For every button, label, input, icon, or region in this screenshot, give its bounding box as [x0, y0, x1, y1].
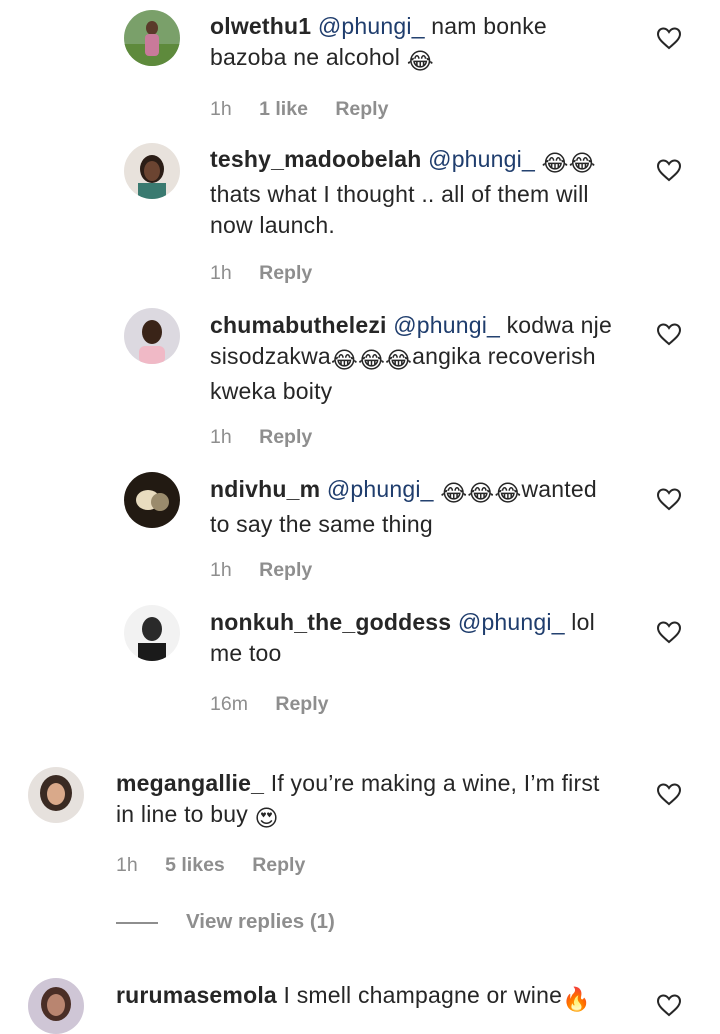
heart-outline-icon[interactable] — [656, 322, 682, 346]
mention-link[interactable]: @phungi_ — [428, 146, 535, 172]
comment-text-part: wanted — [521, 476, 597, 502]
reply-button[interactable]: Reply — [259, 559, 312, 581]
view-replies-label: View replies (1) — [186, 910, 335, 933]
timestamp: 1h — [210, 559, 232, 581]
likes-count[interactable]: 5 likes — [165, 854, 225, 876]
heart-outline-icon[interactable] — [656, 26, 682, 50]
mention-link[interactable]: @phungi_ — [458, 609, 565, 635]
comment-text-part: lol — [571, 609, 595, 635]
reply-button[interactable]: Reply — [259, 262, 312, 284]
heart-outline-icon[interactable] — [656, 487, 682, 511]
reply-button[interactable]: Reply — [275, 693, 328, 715]
comment-text-part: angika recoverish — [412, 343, 596, 369]
comment-meta: 1h Reply — [210, 262, 334, 285]
timestamp: 1h — [210, 262, 232, 284]
comment-text-part: kweka boity — [210, 378, 333, 404]
avatar[interactable] — [124, 10, 180, 66]
username[interactable]: olwethu1 — [210, 13, 311, 39]
emoji: 😂😂😂 — [330, 347, 413, 373]
comment-text: olwethu1 @phungi_ nam bonke bazoba ne al… — [210, 11, 630, 77]
username[interactable]: megangallie_ — [116, 770, 264, 796]
reply-button[interactable]: Reply — [259, 426, 312, 448]
reply-button[interactable]: Reply — [252, 854, 305, 876]
emoji: 😍 — [254, 805, 279, 831]
avatar[interactable] — [124, 308, 180, 364]
timestamp: 1h — [210, 98, 232, 120]
comment-text: ndivhu_m @phungi_ 😂😂😂wanted to say the s… — [210, 474, 640, 540]
comment-text-part: thats what I thought .. all of them will — [210, 181, 589, 207]
comment-text-part: I smell champagne or wine — [283, 982, 563, 1008]
comment-text: teshy_madoobelah @phungi_ 😂😂 thats what … — [210, 144, 640, 241]
mention-link[interactable]: @phungi_ — [327, 476, 434, 502]
comment-text: rurumasemola I smell champagne or wine🔥 — [116, 980, 636, 1015]
comment-text-part: in line to buy — [116, 801, 248, 827]
comment-text: megangallie_ If you’re making a wine, I’… — [116, 768, 636, 834]
avatar[interactable] — [124, 472, 180, 528]
comment-text: nonkuh_the_goddess @phungi_ lol me too — [210, 607, 640, 669]
mention-link[interactable]: @phungi_ — [318, 13, 425, 39]
comment-text-part: nam bonke — [431, 13, 547, 39]
username[interactable]: teshy_madoobelah — [210, 146, 422, 172]
emoji: 🔥 — [562, 986, 591, 1012]
username[interactable]: chumabuthelezi — [210, 312, 387, 338]
username[interactable]: nonkuh_the_goddess — [210, 609, 451, 635]
comment-text-part: to say the same thing — [210, 511, 433, 537]
username[interactable]: ndivhu_m — [210, 476, 320, 502]
heart-outline-icon[interactable] — [656, 993, 682, 1017]
emoji: 😂😂😂 — [440, 480, 522, 506]
username[interactable]: rurumasemola — [116, 982, 277, 1008]
divider-line — [116, 921, 158, 924]
reply-button[interactable]: Reply — [335, 98, 388, 120]
comment-meta: 1h 5 likes Reply — [116, 854, 327, 877]
emoji: 😂 — [406, 48, 434, 74]
comment-text-part: now launch. — [210, 212, 335, 238]
avatar[interactable] — [124, 143, 180, 199]
comment-text-part: me too — [210, 640, 282, 666]
avatar[interactable] — [124, 605, 180, 661]
avatar[interactable] — [28, 978, 84, 1034]
comment-text-part: kodwa nje — [506, 312, 612, 338]
comment-text-part: sisodzakwa — [210, 343, 331, 369]
comment-meta: 16m Reply — [210, 693, 350, 716]
comment-text: chumabuthelezi @phungi_ kodwa nje sisodz… — [210, 310, 640, 407]
heart-outline-icon[interactable] — [656, 620, 682, 644]
timestamp: 16m — [210, 693, 248, 715]
comment-text-part: bazoba ne alcohol — [210, 44, 401, 70]
heart-outline-icon[interactable] — [656, 158, 682, 182]
avatar[interactable] — [28, 767, 84, 823]
timestamp: 1h — [210, 426, 232, 448]
comment-text-part: If you’re making a wine, I’m first — [270, 770, 600, 796]
timestamp: 1h — [116, 854, 138, 876]
emoji: 😂😂 — [541, 150, 596, 176]
comment-meta: 1h 1 like Reply — [210, 98, 410, 121]
view-replies-button[interactable]: View replies (1) — [116, 910, 335, 934]
mention-link[interactable]: @phungi_ — [393, 312, 500, 338]
heart-outline-icon[interactable] — [656, 782, 682, 806]
comment-meta: 1h Reply — [210, 426, 334, 449]
comment-meta: 1h Reply — [210, 559, 334, 582]
likes-count[interactable]: 1 like — [259, 98, 308, 120]
